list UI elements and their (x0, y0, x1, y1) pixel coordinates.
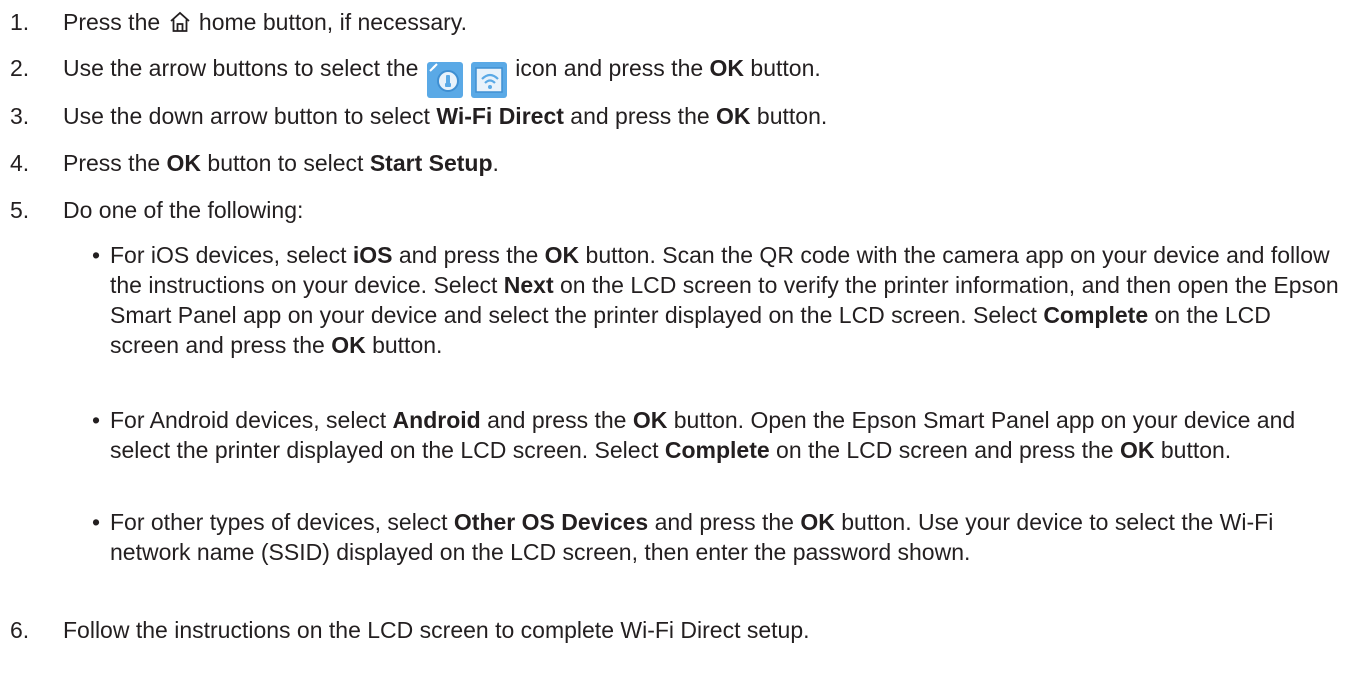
bullet-dot: • (92, 509, 101, 535)
step-number: 5. (10, 197, 30, 223)
home-icon (169, 11, 190, 32)
step-text: Use the arrow buttons to select the icon… (63, 53, 821, 98)
step-number: 2. (10, 55, 30, 81)
step-text: Do one of the following: (63, 197, 304, 223)
bullet-text: For other types of devices, select Other… (110, 509, 1274, 565)
step-text: Follow the instructions on the LCD scree… (63, 617, 810, 643)
bullet-text: For Android devices, select Android and … (110, 407, 1296, 463)
bullet-dot: • (92, 242, 101, 268)
wifi-icon (470, 61, 507, 98)
bullet-text: For iOS devices, select iOS and press th… (110, 242, 1339, 358)
step-number: 1. (10, 9, 30, 35)
step-number: 6. (10, 617, 30, 643)
step-text: Use the down arrow button to select Wi-F… (63, 103, 828, 129)
step-text: Press the home button, if necessary. (63, 9, 467, 35)
wifi-setup-icon (426, 61, 463, 98)
network-icons (426, 61, 507, 98)
step-number: 3. (10, 103, 30, 129)
step-number: 4. (10, 150, 30, 176)
bullet-dot: • (92, 407, 101, 433)
step-text: Press the OK button to select Start Setu… (63, 150, 499, 176)
